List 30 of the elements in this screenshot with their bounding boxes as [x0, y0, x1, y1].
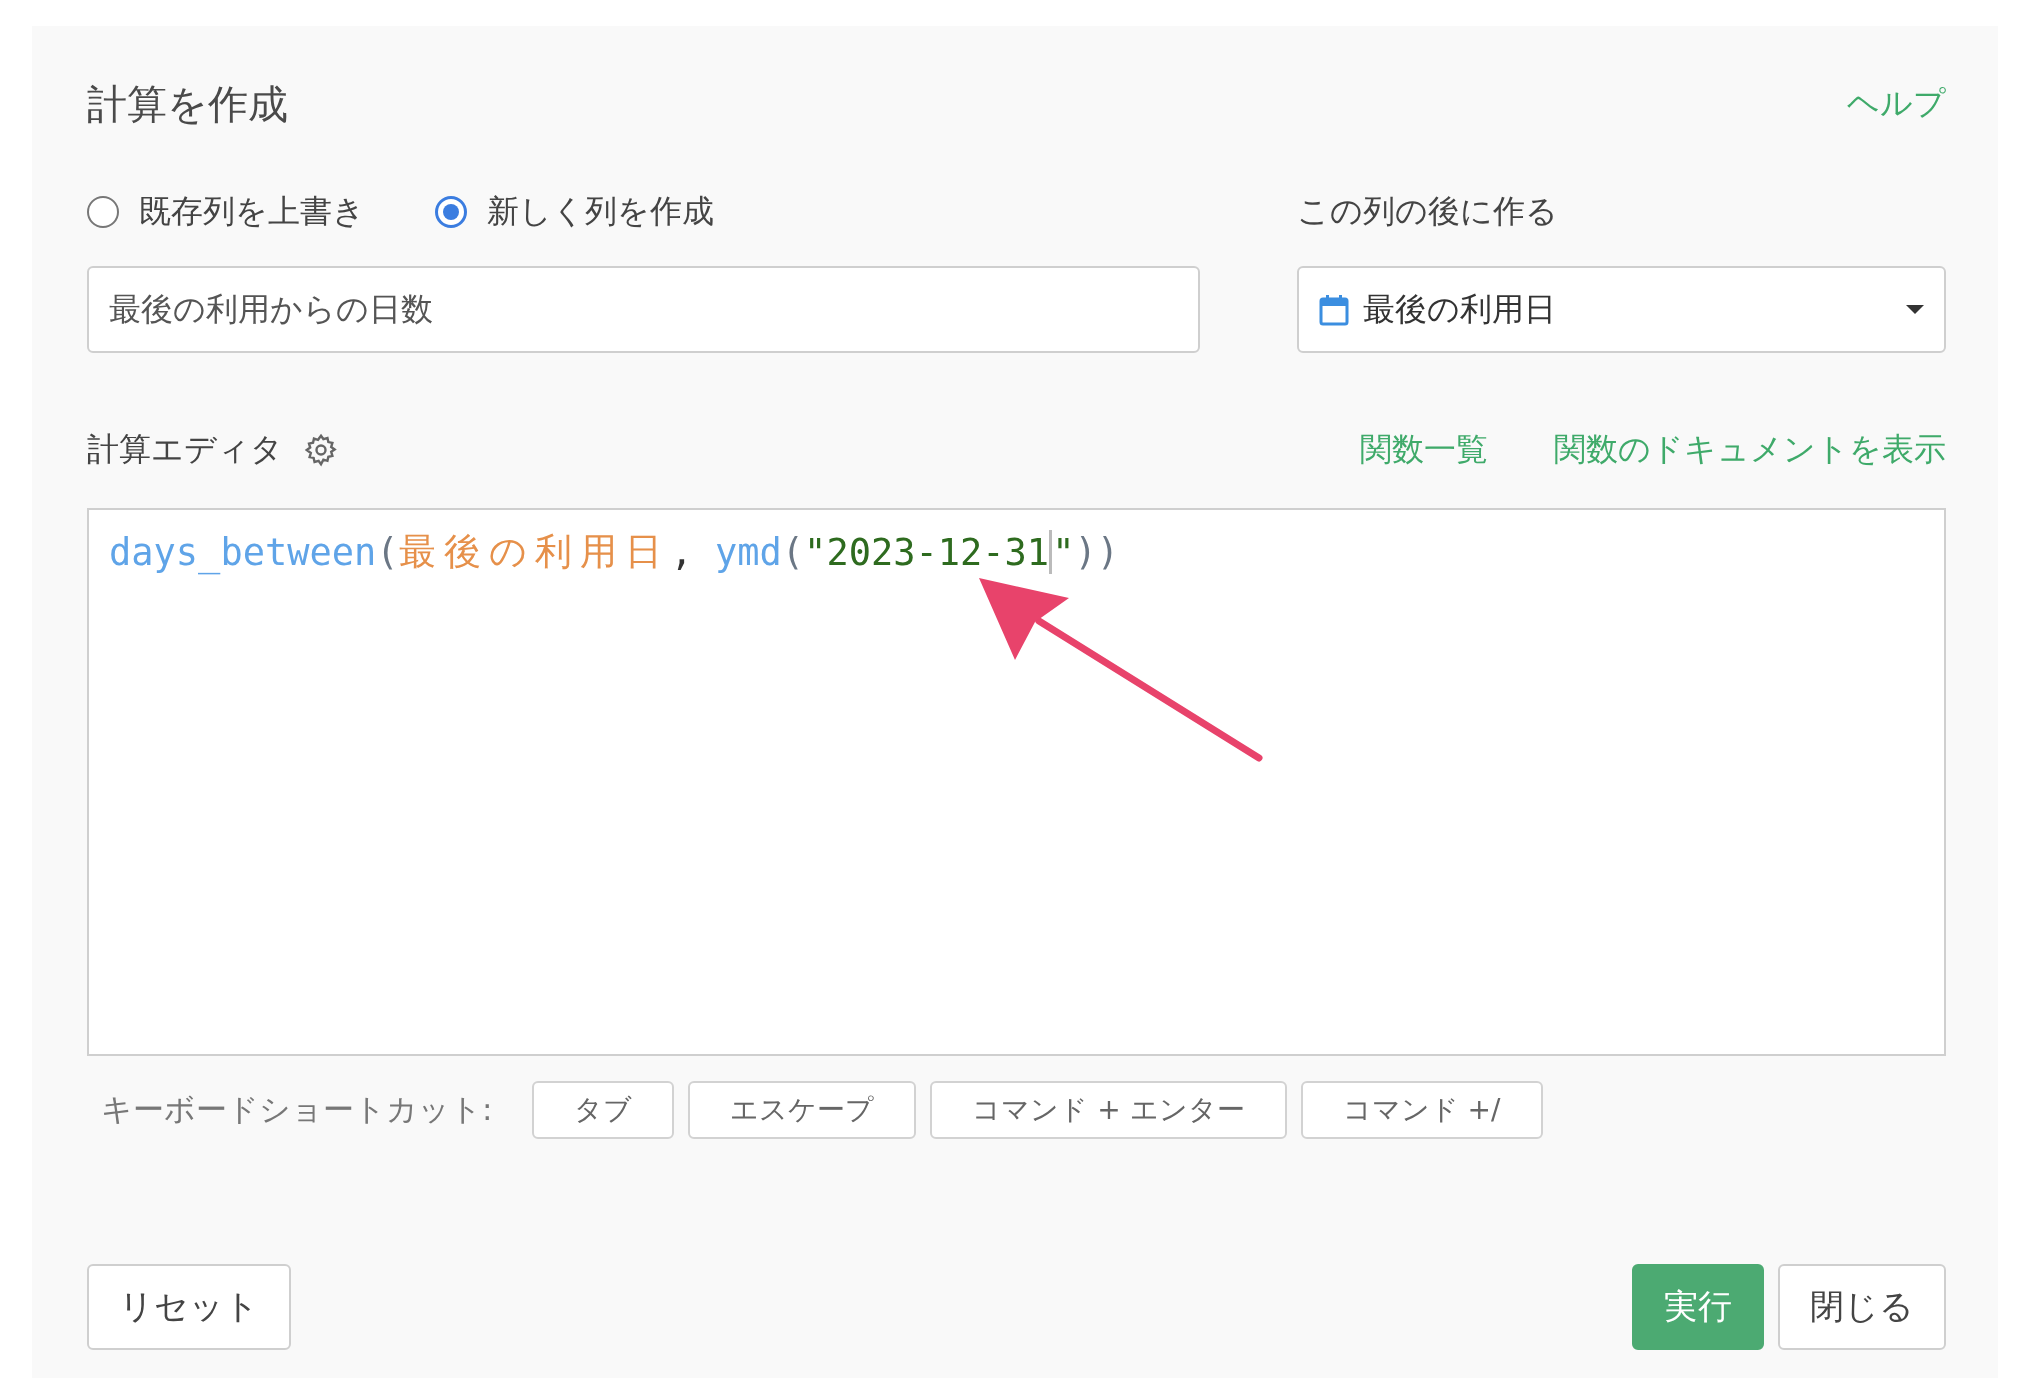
editor-label: 計算エディタ: [87, 429, 283, 470]
text-cursor: [1049, 530, 1053, 574]
code-token: ": [1052, 530, 1075, 574]
code-token: "2023-12-31: [804, 530, 1050, 574]
calendar-icon: [1319, 293, 1349, 326]
column-name-field[interactable]: 最後の利用からの日数: [87, 266, 1200, 353]
shortcut-key: エスケープ: [688, 1081, 917, 1139]
radio-option[interactable]: 新しく列を作成: [435, 190, 714, 234]
close-button[interactable]: 閉じる: [1778, 1264, 1946, 1350]
code-token: )): [1074, 530, 1119, 574]
code-token: ,: [670, 530, 694, 574]
column-dropdown[interactable]: 最後の利用日: [1297, 266, 1946, 353]
code-token: ymd: [715, 530, 782, 574]
code-token: 最後の利用日: [398, 529, 671, 575]
shortcut-key: タブ: [532, 1081, 675, 1139]
code-token: (: [781, 530, 805, 574]
settings-icon[interactable]: [303, 432, 339, 468]
code-token: (: [376, 530, 399, 574]
reset-button[interactable]: リセット: [87, 1264, 291, 1350]
dialog-title: 計算を作成: [87, 79, 288, 129]
code-editor[interactable]: days_between(最後の利用日, ymd("2023-12-31")): [87, 508, 1946, 1056]
caret-icon: [1906, 305, 1924, 314]
shortcut-key: コマンド + エンター: [930, 1081, 1287, 1139]
radio-option[interactable]: 既存列を上書き: [87, 190, 365, 234]
shortcut-key: コマンド +/: [1300, 1081, 1543, 1139]
position-label: この列の後に作る: [1297, 191, 1559, 232]
shortcuts-label: キーボードショートカット:: [101, 1090, 493, 1129]
radio-button[interactable]: [87, 196, 119, 228]
radio-button[interactable]: [435, 196, 467, 228]
code-token: days_between: [109, 530, 377, 574]
